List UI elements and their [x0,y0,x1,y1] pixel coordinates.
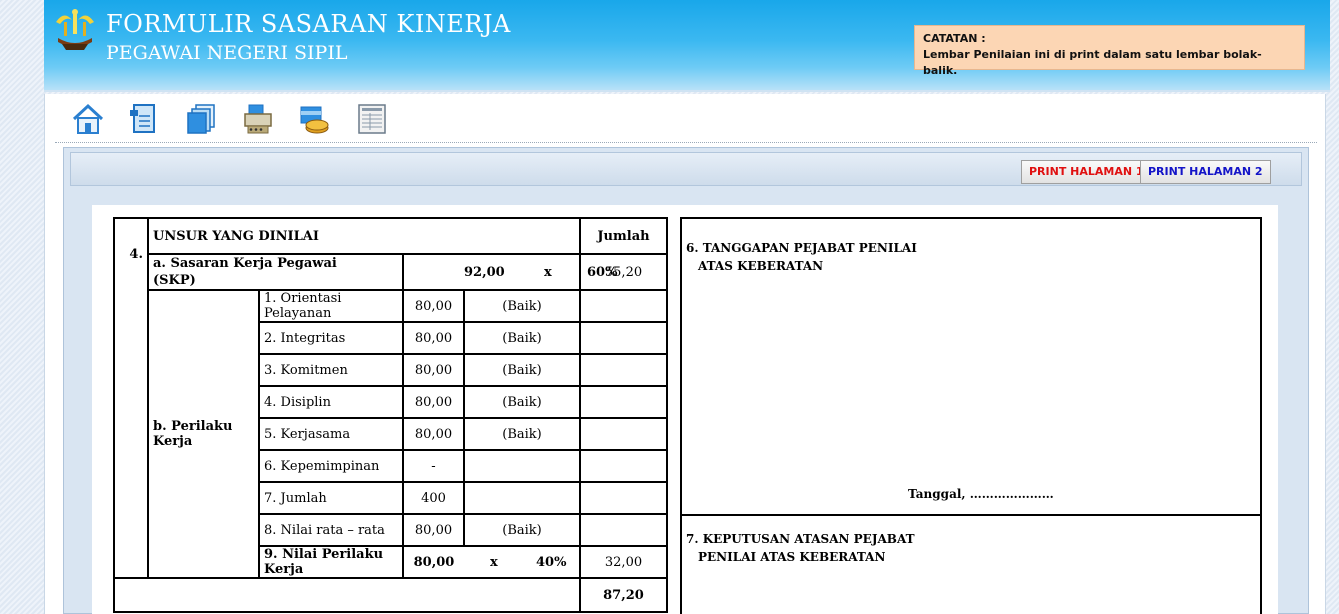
perilaku-grade: (Baik) [463,513,581,547]
page-subtitle: PEGAWAI NEGERI SIPIL [106,42,348,64]
section-7-row: 7. KEPUTUSAN ATASAN PEJABAT PENILAI ATAS… [680,514,1262,614]
printer-icon[interactable] [241,102,275,136]
perilaku-grade [463,481,581,515]
nilai-perilaku-x: x [490,555,498,570]
perilaku-name: 3. Komitmen [258,353,404,387]
perilaku-name: 6. Kepemimpinan [258,449,404,483]
nilai-perilaku-jumlah: 32,00 [579,545,668,579]
total-row: 87,20 [113,577,668,613]
perilaku-value: 80,00 [402,353,465,387]
perilaku-grade: (Baik) [463,417,581,451]
pages-icon[interactable] [185,102,219,136]
total-value: 87,20 [579,577,668,613]
section-7-subtitle: PENILAI ATAS KEBERATAN [698,550,886,564]
print-page-1-button[interactable]: PRINT HALAMAN 1 [1021,160,1152,184]
catatan-note: CATATAN : Lembar Penilaian ini di print … [914,25,1305,77]
folder-coins-icon[interactable] [297,102,331,136]
perilaku-value: 80,00 [402,513,465,547]
government-emblem-icon [56,9,94,50]
table-header-row: 4. UNSUR YANG DINILAI Jumlah [113,217,668,290]
perilaku-value: - [402,449,465,483]
perilaku-value: 80,00 [402,385,465,419]
perilaku-value: 80,00 [402,289,465,323]
print-page-2-button[interactable]: PRINT HALAMAN 2 [1140,160,1271,184]
home-icon[interactable] [71,102,105,136]
toolbar-divider [55,142,1317,143]
perilaku-name: 4. Disiplin [258,385,404,419]
perilaku-row: b. Perilaku Kerja 1. Orientasi Pelayanan… [113,289,668,579]
response-table: 6. TANGGAPAN PEJABAT PENILAI ATAS KEBERA… [680,217,1262,614]
skp-percent: 60% [587,265,618,280]
perilaku-value: 80,00 [402,321,465,355]
perilaku-name: 5. Kerjasama [258,417,404,451]
perilaku-name: 2. Integritas [258,321,404,355]
form-panel: PRINT HALAMAN 1 PRINT HALAMAN 2 4. UNSUR… [63,147,1309,614]
nilai-perilaku-value: 80,00 [402,545,464,579]
perilaku-value: 80,00 [402,417,465,451]
skp-x: x [544,265,552,280]
header-jumlah: Jumlah [579,217,668,255]
skp-label-line1: a. Sasaran Kerja Pegawai [153,256,337,271]
section-6-title: 6. TANGGAPAN PEJABAT PENILAI [686,241,917,255]
header-unsur: UNSUR YANG DINILAI [147,217,581,255]
skp-label-line2: (SKP) [153,273,196,288]
skp-value: 92,00 [464,265,505,280]
skp-row: a. Sasaran Kerja Pegawai (SKP) 92,00 x 6… [114,253,668,291]
nilai-perilaku-percent: 40% [536,555,567,570]
document-icon[interactable] [127,102,161,136]
perilaku-grade: (Baik) [463,321,581,355]
panel-toolbar: PRINT HALAMAN 1 PRINT HALAMAN 2 [70,152,1302,186]
main-content: PRINT HALAMAN 1 PRINT HALAMAN 2 4. UNSUR… [44,94,1326,614]
perilaku-label: b. Perilaku Kerja [147,289,260,579]
tanggal-label: Tanggal, ………………… [908,487,1054,501]
section-number: 4. [113,217,149,290]
assessment-table: 4. UNSUR YANG DINILAI Jumlah a. Sasaran … [113,217,668,613]
report-icon[interactable] [355,102,389,136]
nilai-perilaku-label: 9. Nilai Perilaku Kerja [258,545,404,579]
perilaku-grade [463,449,581,483]
perilaku-name: 7. Jumlah [258,481,404,515]
section-7-title: 7. KEPUTUSAN ATASAN PEJABAT [686,532,915,546]
perilaku-grade: (Baik) [463,289,581,323]
perilaku-grade: (Baik) [463,353,581,387]
perilaku-value: 400 [402,481,465,515]
catatan-text: Lembar Penilaian ini di print dalam satu… [923,48,1262,77]
page-title: FORMULIR SASARAN KINERJA [106,10,511,38]
section-6-subtitle: ATAS KEBERATAN [698,259,824,273]
perilaku-name: 8. Nilai rata – rata [258,513,404,547]
form-paper: 4. UNSUR YANG DINILAI Jumlah a. Sasaran … [92,205,1278,614]
perilaku-name: 1. Orientasi Pelayanan [258,289,404,323]
catatan-label: CATATAN : [923,32,986,45]
section-6-row: 6. TANGGAPAN PEJABAT PENILAI ATAS KEBERA… [680,217,1262,516]
perilaku-grade: (Baik) [463,385,581,419]
